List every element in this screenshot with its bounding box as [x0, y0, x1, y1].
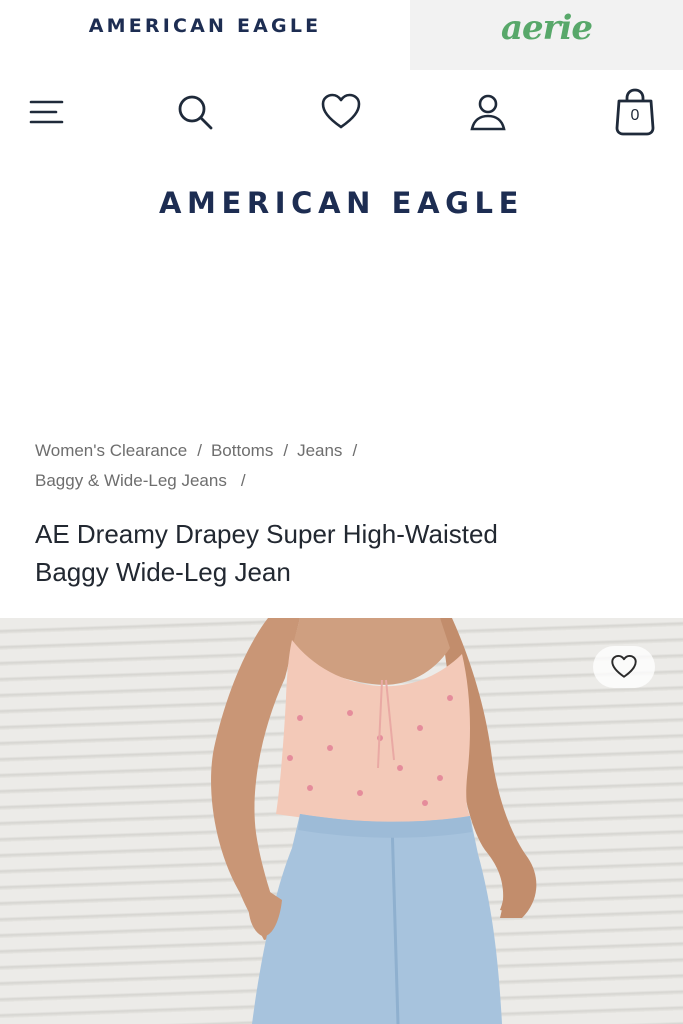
site-logo[interactable]: AMERICAN EAGLE [0, 186, 683, 220]
account-icon[interactable] [464, 86, 512, 138]
breadcrumb-separator: / [283, 441, 289, 460]
breadcrumb-separator: / [197, 441, 202, 460]
header-nav: 0 [0, 86, 683, 142]
shopping-bag-icon[interactable]: 0 [611, 86, 659, 138]
breadcrumb-jeans[interactable]: Jeans [297, 441, 342, 460]
brand-tab-aerie-label: aerie [500, 8, 593, 48]
search-icon[interactable] [171, 86, 219, 138]
heart-icon[interactable] [317, 86, 365, 138]
cart-count: 0 [630, 107, 640, 124]
brand-switcher: AMERICAN EAGLE aerie [0, 0, 683, 70]
breadcrumb-separator: / [352, 441, 358, 460]
product-image[interactable] [0, 618, 683, 1024]
product-title: AE Dreamy Drapey Super High-Waisted Bagg… [35, 519, 498, 587]
brand-tab-american-eagle[interactable]: AMERICAN EAGLE [0, 0, 410, 70]
model-figure [211, 618, 537, 1024]
breadcrumb-baggy-wide-leg-jeans[interactable]: Baggy & Wide-Leg Jeans [35, 471, 227, 490]
brand-tab-american-eagle-label: AMERICAN EAGLE [88, 15, 322, 37]
breadcrumb-womens-clearance[interactable]: Women's Clearance [35, 441, 187, 460]
menu-icon[interactable] [22, 86, 70, 138]
brand-tab-aerie[interactable]: aerie [410, 0, 683, 70]
heart-outline-icon [611, 654, 637, 678]
breadcrumb-bottoms[interactable]: Bottoms [211, 441, 273, 460]
breadcrumb: Women's Clearance / Bottoms / Jeans / Baggy & … [35, 436, 475, 496]
breadcrumb-separator: / [240, 471, 246, 490]
favorite-button[interactable] [593, 646, 655, 688]
